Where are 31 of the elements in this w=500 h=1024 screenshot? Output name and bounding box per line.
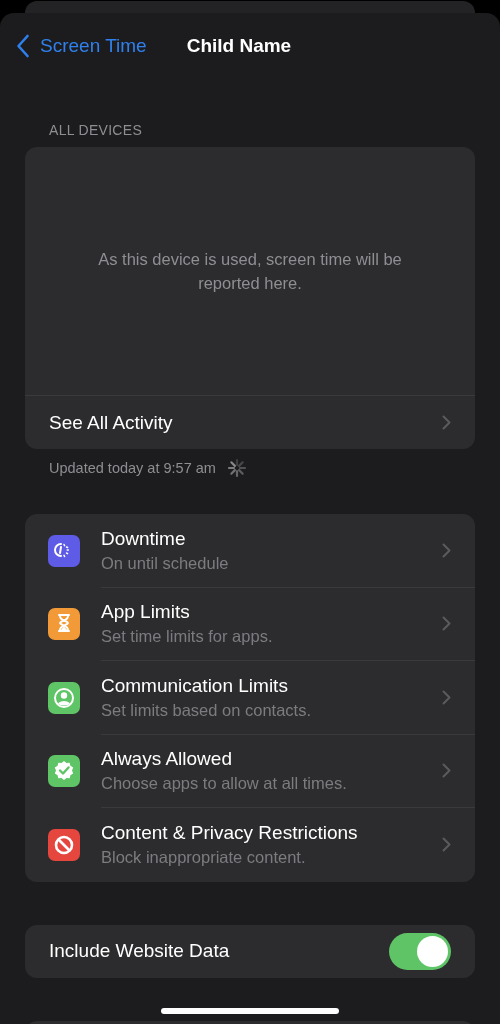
back-link[interactable]: Screen Time [16,34,147,58]
see-all-activity-row[interactable]: See All Activity [25,396,475,449]
settings-row[interactable]: Downtime On until schedule [25,514,475,588]
row-title: App Limits [101,601,191,624]
toggle-switch[interactable] [389,932,451,970]
empty-message: As this device is used, screen time will be reported here. [97,249,403,294]
chevron-icon [442,689,451,705]
chevron-icon [442,415,451,430]
row-title: Always Allowed [101,748,233,771]
chevron-icon [442,837,451,853]
row-title: Downtime [101,527,187,550]
row-label: See All Activity [49,411,173,434]
row-subtitle: On until schedule [101,553,229,573]
settings-row[interactable]: Communication Limits Set limits based on contacts. [25,661,475,735]
chevron-icon [442,616,451,632]
row-title: Content & Privacy Restrictions [101,822,358,845]
row-subtitle: Set limits based on contacts. [101,700,312,720]
settings-row[interactable]: Always Allowed Choose apps to allow at all times. [25,734,475,808]
row-label: Include Website Data [49,940,230,962]
row-subtitle: Set time limits for apps. [101,627,273,647]
chevron-icon [442,763,451,779]
settings-row[interactable]: Content & Privacy Restrictions Block inappropriate content. [25,808,475,882]
section-header: ALL DEVICES [48,121,144,140]
page-title: Child Name [186,35,292,57]
chevron-icon [442,542,451,558]
back-chevron-icon [16,34,30,58]
settings-row[interactable]: App Limits Set time limits for apps. [25,587,475,661]
row-subtitle: Block inappropriate content. [101,848,307,868]
updated-text: Updated today at 9:57 am [49,460,216,476]
row-title: Communication Limits [101,674,289,697]
row-subtitle: Choose apps to allow at all times. [101,774,347,794]
